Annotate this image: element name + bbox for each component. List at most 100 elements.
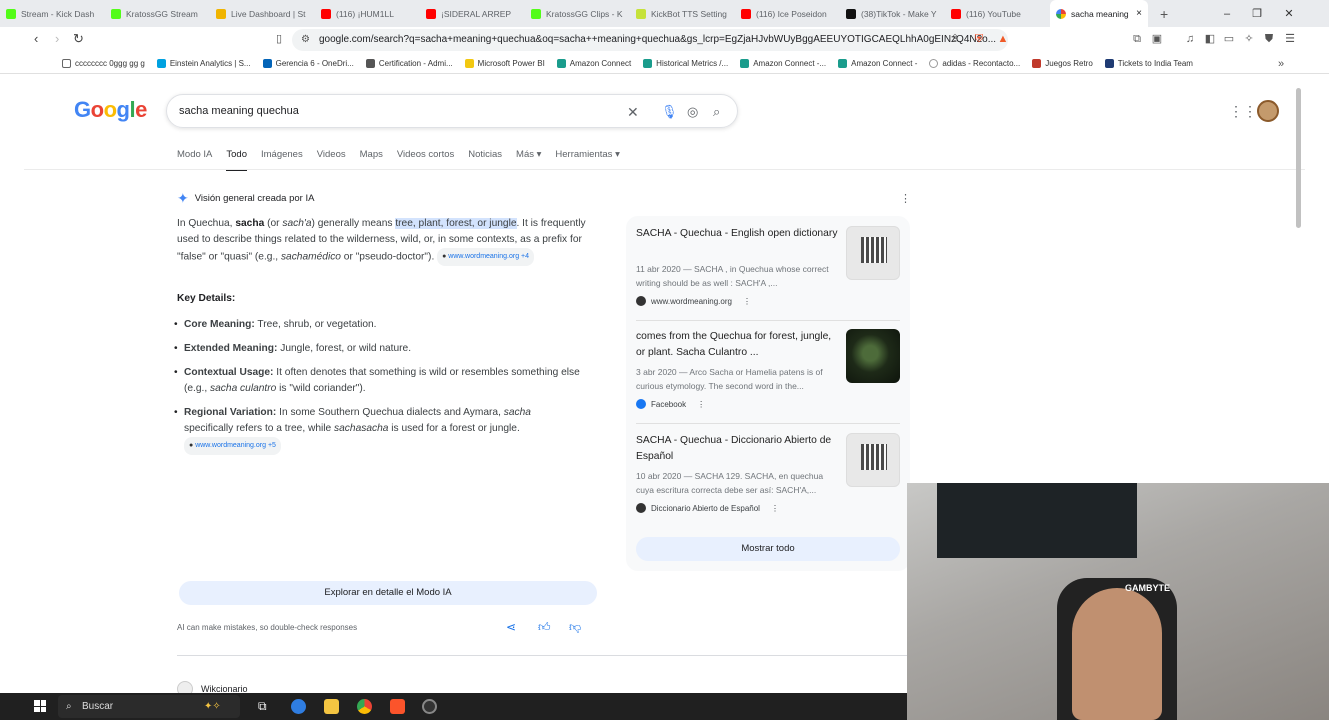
- source-card[interactable]: SACHA - Quechua - English open dictionar…: [636, 226, 900, 321]
- source-title[interactable]: SACHA - Quechua - English open dictionar…: [636, 226, 841, 242]
- bookmark-icon[interactable]: ▯: [272, 32, 286, 46]
- explore-ai-mode-button[interactable]: Explorar en detalle el Modo IA: [179, 581, 597, 605]
- source-chip[interactable]: ● www.wordmeaning.org +5: [184, 437, 281, 455]
- taskbar-search[interactable]: ⌕ Buscar ✦✧: [58, 695, 240, 718]
- source-title[interactable]: SACHA - Quechua - Diccionario Abierto de…: [636, 433, 841, 465]
- qr-thumbnail-icon[interactable]: [846, 433, 900, 487]
- browser-tab[interactable]: KratossGG Clips - K: [525, 0, 630, 27]
- share-icon[interactable]: ⇪: [948, 32, 962, 46]
- brave-shields-icon[interactable]: ⛨: [972, 32, 986, 46]
- browser-tab[interactable]: Live Dashboard | St: [210, 0, 315, 27]
- address-bar[interactable]: ⚙ google.com/search?q=sacha+meaning+quec…: [292, 29, 1008, 51]
- tab-imagenes[interactable]: Imágenes: [261, 149, 303, 171]
- qr-thumbnail-icon[interactable]: [846, 226, 900, 280]
- browser-tab[interactable]: (38)TikTok - Make Y: [840, 0, 945, 27]
- tab-search-icon[interactable]: ▭: [1222, 32, 1236, 46]
- google-logo[interactable]: Google: [74, 97, 147, 123]
- clear-icon[interactable]: ✕: [627, 104, 639, 121]
- edge-icon[interactable]: [291, 699, 306, 714]
- bookmark-item[interactable]: cccccccc 0ggg gg g: [62, 58, 145, 68]
- source-card[interactable]: SACHA - Quechua - Diccionario Abierto de…: [636, 433, 900, 528]
- bookmark-item[interactable]: Amazon Connect -: [838, 58, 917, 68]
- browser-tab[interactable]: Stream - Kick Dash: [0, 0, 105, 27]
- brave-rewards-icon[interactable]: ▲: [996, 32, 1010, 46]
- close-window-button[interactable]: ✕: [1274, 0, 1304, 27]
- source-card[interactable]: comes from the Quechua for forest, jungl…: [636, 329, 900, 424]
- tab-noticias[interactable]: Noticias: [468, 149, 502, 171]
- tab-maps[interactable]: Maps: [360, 149, 383, 171]
- search-icon[interactable]: ⌕: [713, 104, 720, 120]
- bookmark-item[interactable]: Gerencia 6 - OneDri...: [262, 58, 354, 68]
- browser-tab[interactable]: KratossGG Stream: [105, 0, 210, 27]
- chrome-icon[interactable]: [357, 699, 372, 714]
- bookmark-item[interactable]: Amazon Connect: [556, 58, 631, 68]
- file-explorer-icon[interactable]: [324, 699, 339, 714]
- extensions-icon[interactable]: ⧉: [1130, 32, 1144, 46]
- minimize-button[interactable]: –: [1212, 0, 1242, 27]
- share-icon[interactable]: ⋖: [506, 620, 516, 634]
- vpn-icon[interactable]: ⛊: [1262, 32, 1276, 46]
- source-chip[interactable]: ● www.wordmeaning.org +4: [437, 248, 535, 266]
- leo-ai-icon[interactable]: ✧: [1242, 32, 1256, 46]
- plant-thumbnail-icon[interactable]: [846, 329, 900, 383]
- more-bookmarks-icon[interactable]: »: [1274, 57, 1288, 71]
- tab-favicon-icon: [321, 8, 331, 19]
- tab-todo[interactable]: Todo: [226, 149, 247, 171]
- forward-icon[interactable]: ›: [55, 31, 59, 46]
- bookmark-item[interactable]: Amazon Connect -...: [740, 58, 826, 68]
- menu-icon[interactable]: ☰: [1283, 32, 1297, 46]
- microphone-icon[interactable]: 🎙: [661, 104, 678, 120]
- browser-tab[interactable]: ¡SIDERAL ARREP: [420, 0, 525, 27]
- bookmark-item[interactable]: Microsoft Power BI: [464, 58, 545, 68]
- media-icon[interactable]: ♫: [1183, 32, 1197, 46]
- source-title[interactable]: comes from the Quechua for forest, jungl…: [636, 329, 841, 361]
- browser-tab[interactable]: KickBot TTS Setting: [630, 0, 735, 27]
- tab-modo-ia[interactable]: Modo IA: [177, 149, 212, 171]
- more-options-icon[interactable]: ⋮: [900, 192, 911, 205]
- result-site-name[interactable]: Wikcionario: [201, 684, 248, 693]
- bookmark-item[interactable]: Historical Metrics /...: [643, 58, 728, 68]
- wallet-icon[interactable]: ▣: [1150, 32, 1164, 46]
- bookmark-item[interactable]: Einstein Analytics | S...: [156, 58, 251, 68]
- source-site[interactable]: Diccionario Abierto de Español ⋮: [636, 503, 779, 513]
- lens-icon[interactable]: ◎: [687, 104, 698, 120]
- browser-tab[interactable]: (116) Ice Poseidon: [735, 0, 840, 27]
- brave-icon[interactable]: [390, 699, 405, 714]
- task-view-icon[interactable]: ⧉: [258, 699, 273, 714]
- restore-button[interactable]: ❐: [1242, 0, 1272, 27]
- windows-start-icon[interactable]: [34, 700, 46, 712]
- reload-icon[interactable]: ↻: [73, 31, 84, 47]
- amazon-connect-icon: [740, 58, 750, 68]
- source-site[interactable]: www.wordmeaning.org ⋮: [636, 296, 751, 306]
- bookmark-item[interactable]: Juegos Retro: [1032, 58, 1093, 68]
- search-input[interactable]: sacha meaning quechua: [179, 105, 299, 117]
- source-site[interactable]: Facebook ⋮: [636, 399, 705, 409]
- more-options-icon[interactable]: ⋮: [771, 504, 779, 513]
- new-tab-button[interactable]: +: [1160, 6, 1168, 22]
- site-info-icon[interactable]: ⚙: [301, 29, 310, 51]
- search-box[interactable]: sacha meaning quechua ✕ 🎙 ◎ ⌕: [166, 94, 738, 128]
- tab-herramientas[interactable]: Herramientas ▾: [555, 149, 619, 171]
- sidebar-icon[interactable]: ◧: [1203, 32, 1217, 46]
- back-icon[interactable]: ‹: [34, 31, 38, 46]
- tab-close-icon[interactable]: ×: [1136, 8, 1142, 19]
- avatar[interactable]: [1257, 100, 1279, 122]
- thumbs-down-icon[interactable]: 👎︎: [569, 620, 581, 635]
- obs-icon[interactable]: [422, 699, 437, 714]
- page-scrollbar[interactable]: [1296, 88, 1301, 228]
- bookmark-item[interactable]: Certification - Admi...: [365, 58, 453, 68]
- tab-mas[interactable]: Más ▾: [516, 149, 541, 171]
- tab-videos-cortos[interactable]: Videos cortos: [397, 149, 454, 171]
- thumbs-up-icon[interactable]: 👍︎: [538, 620, 551, 635]
- site-favicon-icon: [636, 503, 646, 513]
- browser-tab-active[interactable]: sacha meaning ×: [1050, 0, 1148, 27]
- tab-videos[interactable]: Videos: [317, 149, 346, 171]
- browser-tab[interactable]: (116) ¡HUM1LL: [315, 0, 420, 27]
- browser-tab[interactable]: (116) YouTube: [945, 0, 1050, 27]
- more-options-icon[interactable]: ⋮: [697, 400, 705, 409]
- more-options-icon[interactable]: ⋮: [743, 297, 751, 306]
- bookmark-item[interactable]: adidas - Recontacto...: [929, 58, 1020, 68]
- bookmark-item[interactable]: Tickets to India Team: [1104, 58, 1193, 68]
- show-all-button[interactable]: Mostrar todo: [636, 537, 900, 561]
- result-site-header[interactable]: Wikcionario: [177, 681, 248, 693]
